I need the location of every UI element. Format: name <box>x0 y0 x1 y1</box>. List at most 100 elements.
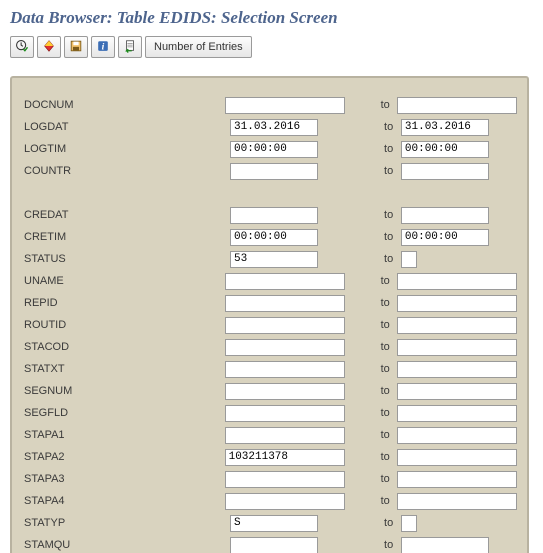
from-input[interactable] <box>225 405 345 422</box>
selection-row: CREDAT to <box>22 204 517 226</box>
back-button[interactable] <box>118 36 142 58</box>
from-input[interactable] <box>225 471 345 488</box>
to-input[interactable] <box>397 405 517 422</box>
number-of-entries-button[interactable]: Number of Entries <box>145 36 252 58</box>
field-label: STAMQU <box>22 539 230 551</box>
field-label: SEGFLD <box>22 407 225 419</box>
page-title: Data Browser: Table EDIDS: Selection Scr… <box>0 0 543 34</box>
to-input[interactable] <box>401 515 417 532</box>
field-label: REPID <box>22 297 225 309</box>
field-label: ROUTID <box>22 319 225 331</box>
field-label: STATYP <box>22 517 230 529</box>
from-input[interactable] <box>225 383 345 400</box>
to-input[interactable] <box>397 383 517 400</box>
from-input[interactable] <box>230 207 318 224</box>
to-label: to <box>345 407 397 419</box>
selection-row: STATUS to <box>22 248 517 270</box>
from-input[interactable] <box>225 97 345 114</box>
selection-panel: DOCNUMtoLOGDATtoLOGTIMtoCOUNTRtoCREDATto… <box>10 76 529 553</box>
floppy-icon <box>69 39 83 56</box>
save-button[interactable] <box>64 36 88 58</box>
to-input[interactable] <box>397 361 517 378</box>
field-label: STAPA3 <box>22 473 225 485</box>
selection-row: COUNTR to <box>22 160 517 182</box>
field-label: STATUS <box>22 253 230 265</box>
to-input[interactable] <box>397 427 517 444</box>
to-label: to <box>348 517 401 529</box>
from-input[interactable] <box>230 141 318 158</box>
button-label: Number of Entries <box>154 41 243 53</box>
to-input[interactable] <box>401 537 489 553</box>
to-label: to <box>348 231 401 243</box>
selection-row: REPIDto <box>22 292 517 314</box>
to-label: to <box>345 451 397 463</box>
to-label: to <box>345 341 397 353</box>
to-input[interactable] <box>401 119 489 136</box>
from-input[interactable] <box>225 493 345 510</box>
to-label: to <box>348 209 401 221</box>
from-input[interactable] <box>230 163 318 180</box>
from-input[interactable] <box>225 361 345 378</box>
to-label: to <box>348 539 401 551</box>
from-input[interactable] <box>230 229 318 246</box>
to-label: to <box>348 253 401 265</box>
to-input[interactable] <box>397 449 517 466</box>
to-input[interactable] <box>401 141 489 158</box>
to-input[interactable] <box>397 493 517 510</box>
field-label: COUNTR <box>22 165 230 177</box>
to-input[interactable] <box>397 317 517 334</box>
selection-row: SEGFLD to <box>22 402 517 424</box>
from-input[interactable] <box>230 515 318 532</box>
ref-variant-button[interactable] <box>37 36 61 58</box>
from-input[interactable] <box>225 339 345 356</box>
field-label: LOGDAT <box>22 121 230 133</box>
to-label: to <box>345 429 397 441</box>
selection-row: SEGNUM to <box>22 380 517 402</box>
to-input[interactable] <box>401 163 489 180</box>
clock-check-icon <box>15 39 29 56</box>
diamond-icon <box>42 39 56 56</box>
to-input[interactable] <box>401 251 417 268</box>
field-label: STACOD <box>22 341 225 353</box>
execute-button[interactable] <box>10 36 34 58</box>
selection-row: STATXTto <box>22 358 517 380</box>
field-label: UNAME <box>22 275 225 287</box>
selection-row: STACOD to <box>22 336 517 358</box>
info-button[interactable]: i <box>91 36 115 58</box>
selection-row: DOCNUMto <box>22 94 517 116</box>
from-input[interactable] <box>225 295 345 312</box>
from-input[interactable] <box>225 317 345 334</box>
from-input[interactable] <box>230 537 318 553</box>
to-input[interactable] <box>401 207 489 224</box>
field-label: CRETIM <box>22 231 230 243</box>
from-input[interactable] <box>230 119 318 136</box>
to-label: to <box>348 165 401 177</box>
to-input[interactable] <box>397 339 517 356</box>
to-input[interactable] <box>397 97 517 114</box>
to-label: to <box>345 473 397 485</box>
selection-row: STAMQU to <box>22 534 517 553</box>
field-label: STAPA2 <box>22 451 225 463</box>
to-label: to <box>348 121 401 133</box>
document-back-icon <box>123 39 137 56</box>
to-label: to <box>345 495 397 507</box>
svg-text:i: i <box>102 41 105 52</box>
selection-row: UNAME to <box>22 270 517 292</box>
to-input[interactable] <box>397 471 517 488</box>
from-input[interactable] <box>225 449 345 466</box>
selection-row: STATYP to <box>22 512 517 534</box>
field-label: SEGNUM <box>22 385 225 397</box>
to-label: to <box>345 99 397 111</box>
to-label: to <box>345 275 397 287</box>
selection-row: ROUTID to <box>22 314 517 336</box>
toolbar: i Number of Entries <box>0 34 543 66</box>
to-input[interactable] <box>401 229 489 246</box>
to-input[interactable] <box>397 273 517 290</box>
field-label: CREDAT <box>22 209 230 221</box>
from-input[interactable] <box>230 251 318 268</box>
to-label: to <box>345 385 397 397</box>
from-input[interactable] <box>225 273 345 290</box>
to-label: to <box>345 319 397 331</box>
from-input[interactable] <box>225 427 345 444</box>
to-input[interactable] <box>397 295 517 312</box>
